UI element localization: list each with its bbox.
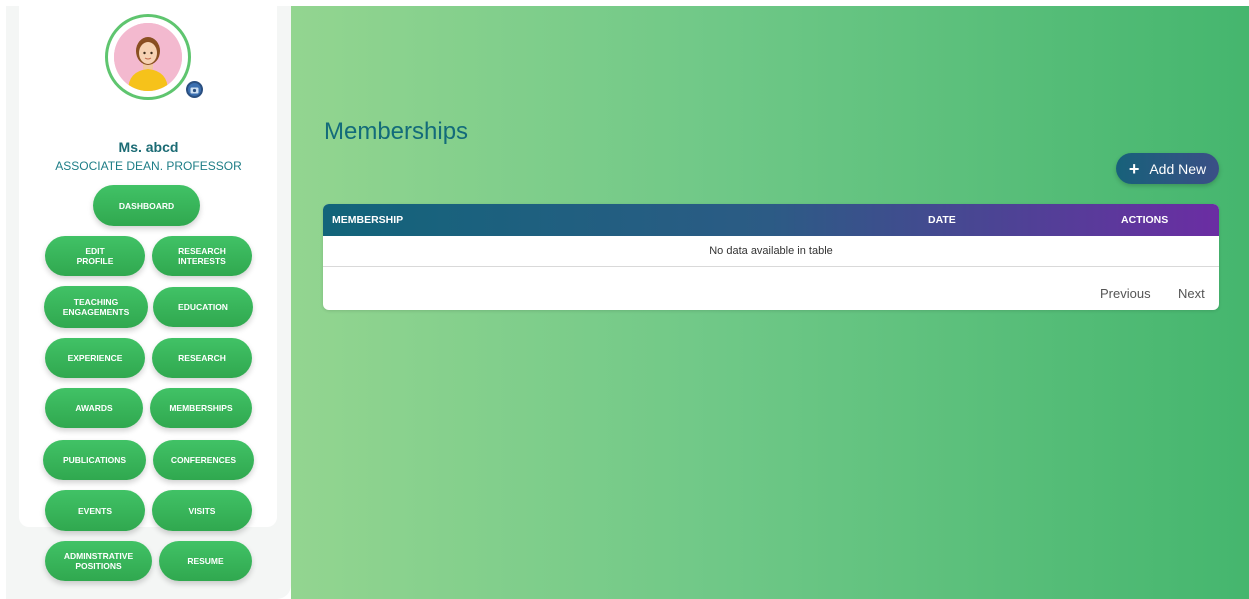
- nav-events-button[interactable]: EVENTS: [45, 490, 145, 531]
- avatar[interactable]: [105, 14, 191, 100]
- avatar-image: [114, 23, 182, 91]
- nav-awards-button[interactable]: AWARDS: [45, 388, 143, 428]
- profile-name: Ms. abcd: [118, 139, 179, 155]
- column-header-actions: ACTIONS: [1121, 214, 1169, 226]
- column-header-date[interactable]: DATE: [928, 214, 956, 226]
- column-header-membership[interactable]: MEMBERSHIP: [332, 214, 403, 226]
- nav-edit-profile-button[interactable]: EDIT PROFILE: [45, 236, 145, 276]
- table-header: MEMBERSHIP DATE ACTIONS: [323, 204, 1219, 236]
- app: Ms. abcd ASSOCIATE DEAN. PROFESSOR DASHB…: [0, 0, 1249, 599]
- pagination-next-button[interactable]: Next: [1178, 286, 1205, 301]
- memberships-table: MEMBERSHIP DATE ACTIONS No data availabl…: [323, 204, 1219, 310]
- nav-dashboard-button[interactable]: DASHBOARD: [93, 185, 200, 226]
- nav-conferences-button[interactable]: CONFERENCES: [153, 440, 254, 480]
- table-empty-row: No data available in table: [323, 236, 1219, 267]
- nav-memberships-button[interactable]: MEMBERSHIPS: [150, 388, 252, 428]
- plus-icon: +: [1128, 158, 1140, 179]
- pagination-previous-button[interactable]: Previous: [1100, 286, 1151, 301]
- nav-experience-button[interactable]: EXPERIENCE: [45, 338, 145, 378]
- nav-administrative-positions-button[interactable]: ADMINSTRATIVE POSITIONS: [45, 541, 152, 581]
- nav-teaching-engagements-button[interactable]: TEACHING ENGAGEMENTS: [44, 286, 148, 328]
- camera-glyph-icon: [190, 87, 199, 93]
- nav-research-interests-button[interactable]: RESEARCH INTERESTS: [152, 236, 252, 276]
- profile-role: ASSOCIATE DEAN. PROFESSOR: [55, 159, 242, 173]
- nav-resume-button[interactable]: RESUME: [159, 541, 252, 581]
- nav-visits-button[interactable]: VISITS: [152, 490, 252, 531]
- add-new-button[interactable]: + Add New: [1116, 153, 1219, 184]
- nav-research-button[interactable]: RESEARCH: [152, 338, 252, 378]
- add-new-label: Add New: [1149, 160, 1207, 177]
- nav-publications-button[interactable]: PUBLICATIONS: [43, 440, 146, 480]
- page-title: Memberships: [324, 118, 469, 145]
- nav-education-button[interactable]: EDUCATION: [153, 287, 253, 327]
- camera-icon[interactable]: [186, 81, 203, 98]
- woman-avatar-icon: [114, 23, 182, 91]
